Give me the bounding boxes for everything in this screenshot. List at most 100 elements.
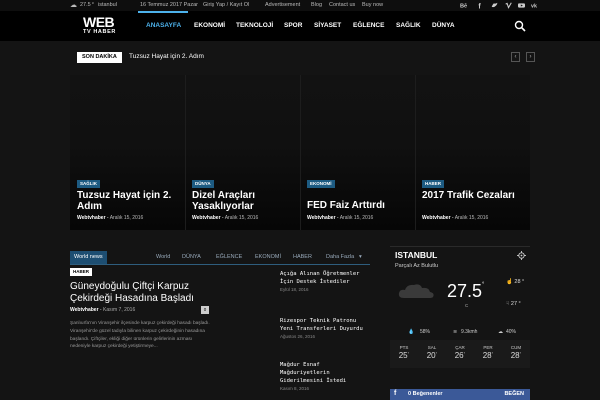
logo-line-2: TV HABER <box>83 29 116 35</box>
comment-count-badge[interactable]: 0 <box>201 306 209 314</box>
nav-item-ekonomi[interactable]: EKONOMİ <box>194 22 225 29</box>
hero-tile-author[interactable]: Webtvhaber <box>422 215 451 221</box>
hero-tile-author[interactable]: Webtvhaber <box>307 215 336 221</box>
weather-low: ☟ 27 ° <box>506 301 521 307</box>
tab-dunya[interactable]: DÜNYA <box>182 254 201 260</box>
weather-stats: 💧 58% ≋ 9.3kmh ☁ 40% <box>390 327 530 337</box>
hero-tile-meta: Webtvhaber - Aralık 15, 2016 <box>307 215 374 221</box>
youtube-icon[interactable] <box>518 2 525 9</box>
hero-tile-title[interactable]: Tuzsuz Hayat için 2. Adım <box>77 190 182 212</box>
nav-item-teknoloji[interactable]: TEKNOLOJİ <box>236 22 273 29</box>
breaking-next-button[interactable]: › <box>526 52 535 62</box>
hero-grid: SAĞLIK Tuzsuz Hayat için 2. Adım Webtvha… <box>70 75 530 230</box>
tab-more[interactable]: Daha Fazla <box>326 254 354 260</box>
nav-item-saglik[interactable]: SAĞLIK <box>396 22 421 29</box>
tab-eglence[interactable]: EĞLENCE <box>216 254 242 260</box>
hero-tile[interactable]: HABER 2017 Trafik Cezaları Webtvhaber - … <box>415 75 530 230</box>
hero-tile-author[interactable]: Webtvhaber <box>192 215 221 221</box>
humidity-icon: 💧 <box>408 329 415 335</box>
tab-ekonomi[interactable]: EKONOMİ <box>255 254 281 260</box>
hero-tile-category[interactable]: DÜNYA <box>192 180 214 188</box>
blog-link[interactable]: Blog <box>311 2 322 8</box>
forecast-day-name: PTS <box>399 345 409 350</box>
tab-haber[interactable]: HABER <box>293 254 312 260</box>
site-logo[interactable]: WEB TV HABER <box>83 15 119 37</box>
hero-tile[interactable]: DÜNYA Dizel Araçları Yasaklıyorlar Webtv… <box>185 75 300 230</box>
twitter-icon[interactable] <box>491 2 498 9</box>
chevron-down-icon[interactable]: ▾ <box>359 254 362 260</box>
featured-title[interactable]: Güneydoğulu Çiftçi Karpuz Çekirdeği Hasa… <box>70 281 210 305</box>
topbar-city: istanbul <box>98 2 117 8</box>
hero-tile-title[interactable]: 2017 Trafik Cezaları <box>422 190 527 201</box>
featured-category-tag[interactable]: HABER <box>70 268 93 276</box>
hero-tile-date: Aralık 15, 2016 <box>454 215 489 221</box>
list-item-title[interactable]: Rizespor Teknik Patronu Yeni Transferler… <box>280 317 372 333</box>
tile-divider <box>300 75 301 230</box>
list-item-date: Ağustos 26, 2016 <box>280 334 316 339</box>
nav-item-eglence[interactable]: EĞLENCE <box>353 22 384 29</box>
list-item[interactable]: Mağdur Esnaf Mağduriyetlerin Giderilmesi… <box>280 361 372 391</box>
vk-icon[interactable]: vk <box>531 2 539 10</box>
breaking-news-headline[interactable]: Tuzsuz Hayat için 2. Adım <box>129 53 204 60</box>
hero-tile-author[interactable]: Webtvhaber <box>77 215 106 221</box>
hero-tile-date: Aralık 15, 2016 <box>109 215 144 221</box>
top-bar: ☁ 27.5 c istanbul 16 Temmuz 2017 Pazar G… <box>0 0 600 11</box>
list-item-date: Kasım 8, 2016 <box>280 386 310 391</box>
hero-tile[interactable]: SAĞLIK Tuzsuz Hayat için 2. Adım Webtvha… <box>70 75 185 230</box>
weather-temp: 27.5° <box>447 281 484 302</box>
forecast-day: CUM 28° <box>502 340 530 368</box>
facebook-like-button[interactable]: BEĞEN <box>504 391 524 397</box>
search-icon[interactable] <box>514 20 526 32</box>
weather-temp-value: 27.5 <box>447 281 483 301</box>
hero-tile[interactable]: EKONOMİ FED Faiz Arttırdı Webtvhaber - A… <box>300 75 415 230</box>
forecast-day-temp: 28° <box>482 351 494 360</box>
arrow-up-icon: ☝ <box>506 279 513 285</box>
list-item[interactable]: Açığa Alınan Öğretmenler İçin Destek İst… <box>280 270 372 292</box>
behance-icon[interactable]: Bē <box>460 2 467 9</box>
hero-tile-category[interactable]: SAĞLIK <box>77 180 101 188</box>
nav-item-anasayfa[interactable]: ANASAYFA <box>146 22 181 29</box>
forecast-day-temp: 20° <box>426 351 438 360</box>
facebook-icon[interactable]: f <box>477 2 484 9</box>
tile-divider <box>185 75 186 230</box>
featured-excerpt: Şanlıurfa'nın Viranşehir ilçesinde karpu… <box>70 321 210 350</box>
list-item-title[interactable]: Açığa Alınan Öğretmenler İçin Destek İst… <box>280 270 372 286</box>
facebook-like-count: 0 Beğenenler <box>408 391 443 397</box>
forecast-day: SAL 20° <box>418 340 446 368</box>
list-item[interactable]: Rizespor Teknik Patronu Yeni Transferler… <box>280 317 372 339</box>
hero-tile-category[interactable]: EKONOMİ <box>307 180 335 188</box>
weather-city: ISTANBUL <box>395 250 438 260</box>
weather-high: ☝ 28 ° <box>506 279 524 285</box>
hero-tile-title[interactable]: Dizel Araçları Yasaklıyorlar <box>192 190 297 212</box>
forecast-day-name: CUM <box>510 345 522 350</box>
facebook-like-bar: f 0 Beğenenler BEĞEN <box>390 389 530 400</box>
nav-item-dunya[interactable]: DÜNYA <box>432 22 455 29</box>
list-item-date: Eylül 18, 2016 <box>280 287 309 292</box>
nav-item-spor[interactable]: SPOR <box>284 22 302 29</box>
hero-tile-meta: Webtvhaber - Aralık 15, 2016 <box>422 215 489 221</box>
weather-clouds: 40% <box>506 329 517 335</box>
featured-author[interactable]: Webtvhaber <box>70 307 99 313</box>
news-block-tabs: World news World DÜNYA EĞLENCE EKONOMİ H… <box>70 251 370 265</box>
forecast-day-name: PER <box>483 345 493 350</box>
forecast-day: PTS 25° <box>390 340 418 368</box>
forecast-day: ÇAR 26° <box>446 340 474 368</box>
location-icon[interactable] <box>517 251 526 260</box>
weather-widget: ISTANBUL Parçalı Az Bulutlu 27.5° C ☝ 28… <box>390 248 530 370</box>
hero-tile-title[interactable]: FED Faiz Arttırdı <box>307 200 412 211</box>
advertisement-link[interactable]: Advertisement <box>265 2 300 8</box>
contact-link[interactable]: Contact us <box>329 2 355 8</box>
weather-forecast: PTS 25° SAL 20° ÇAR 26° PER 28° CUM 28° <box>390 340 530 368</box>
hero-tile-category[interactable]: HABER <box>422 180 445 188</box>
tab-world[interactable]: World <box>156 254 170 260</box>
list-item-title[interactable]: Mağdur Esnaf Mağduriyetlerin Giderilmesi… <box>280 361 372 385</box>
nav-item-siyaset[interactable]: SİYASET <box>314 22 341 29</box>
breaking-prev-button[interactable]: ‹ <box>511 52 520 62</box>
buy-now-link[interactable]: Buy now <box>362 2 383 8</box>
wind-icon: ≋ <box>453 329 458 335</box>
news-block-title: World news <box>70 251 107 264</box>
arrow-down-icon: ☟ <box>506 301 510 307</box>
forecast-day-temp: 26° <box>454 351 466 360</box>
vimeo-icon[interactable] <box>505 2 512 9</box>
login-link[interactable]: Giriş Yap / Kayıt Ol <box>203 2 249 8</box>
